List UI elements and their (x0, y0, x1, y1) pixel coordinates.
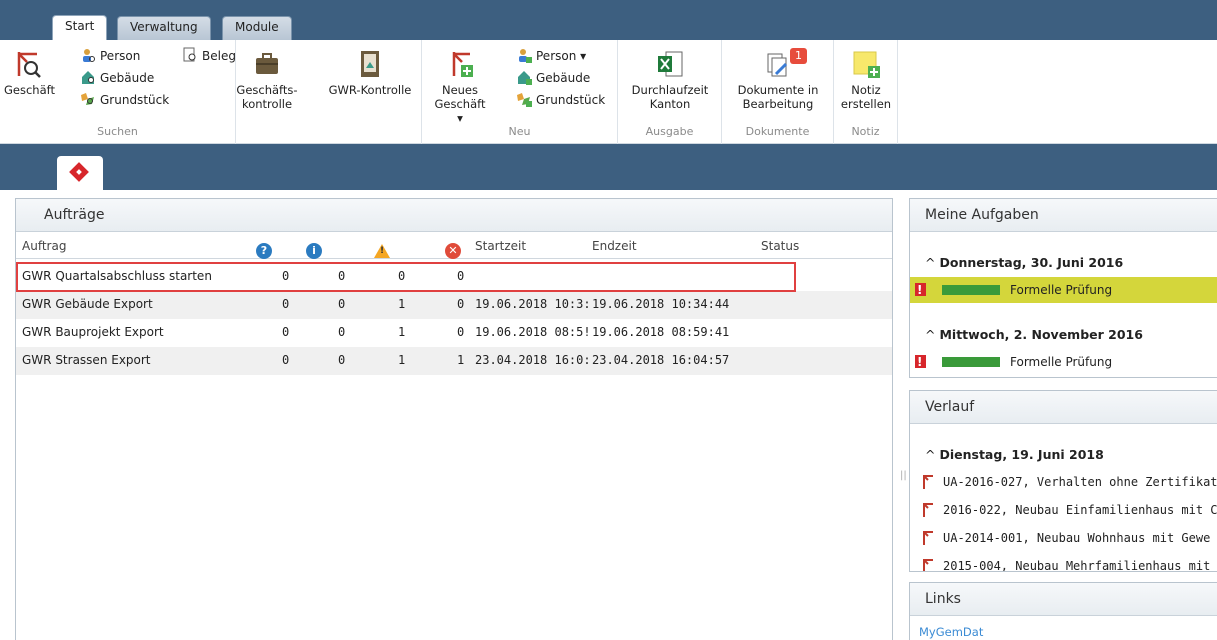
history-item[interactable]: UA-2014-001, Neubau Wohnhaus mit Gewe (910, 525, 1217, 551)
crane-icon (923, 475, 933, 489)
group-label-dokumente: Dokumente (745, 125, 810, 138)
dokumente-badge: 1 (790, 48, 807, 64)
grundstueck-search-button[interactable]: Grundstück (80, 90, 169, 110)
neues-gebaeude-button[interactable]: Gebäude (516, 68, 590, 88)
crane-icon (923, 559, 933, 571)
notiz-erstellen-button[interactable]: Notiz erstellen (836, 48, 896, 111)
dokumente-in-bearbeitung-button[interactable]: 1 Dokumente in Bearbeitung (728, 48, 828, 111)
auftraege-panel: Aufträge Auftrag ? i ✕ Startzeit Endzeit… (15, 198, 893, 640)
meine-aufgaben-panel: Meine Aufgaben ^ Donnerstag, 30. Juni 201… (909, 198, 1217, 378)
home-logo-icon (69, 162, 89, 182)
chevron-up-icon: ^ (925, 255, 936, 270)
panel-splitter-handle[interactable]: || (900, 470, 907, 481)
crane-icon (923, 503, 933, 517)
briefcase-icon (256, 53, 278, 74)
priority-flag-icon (915, 349, 926, 375)
auftraege-table-header: Auftrag ? i ✕ Startzeit Endzeit Status (16, 233, 892, 259)
col-startzeit: Startzeit (475, 239, 527, 253)
gwr-kontrolle-label: GWR-Kontrolle (328, 83, 412, 97)
ribbon-group-suchen: Geschäft Person Gebäude Grundstück Beleg… (0, 40, 236, 144)
crane-search-icon (17, 52, 41, 78)
durchlaufzeit-label-2: Kanton (649, 97, 691, 111)
neues-geschaeft-label-1: Neues (441, 83, 479, 97)
progress-bar (942, 285, 1000, 295)
task-item[interactable]: Formelle Prüfung (910, 349, 1217, 375)
neues-grundstueck-button[interactable]: Grundstück (516, 90, 605, 110)
neues-geschaeft-button[interactable]: Neues Geschäft ▾ (432, 48, 488, 125)
verlauf-day[interactable]: ^ Dienstag, 19. Juni 2018 (925, 447, 1104, 462)
meine-aufgaben-title: Meine Aufgaben (910, 199, 1217, 232)
durchlaufzeit-kanton-button[interactable]: Durchlaufzeit Kanton (622, 48, 718, 111)
verlauf-panel: Verlauf ^ Dienstag, 19. Juni 2018 UA-2016… (909, 390, 1217, 572)
parcel-add-icon (517, 93, 532, 107)
history-item[interactable]: 2016-022, Neubau Einfamilienhaus mit Car (910, 497, 1217, 523)
note-add-icon (853, 51, 880, 78)
crane-add-icon (452, 52, 473, 77)
col-endzeit: Endzeit (592, 239, 637, 253)
dokumente-label-1: Dokumente in (737, 83, 819, 97)
col-auftrag: Auftrag (22, 239, 67, 253)
group-label-ausgabe: Ausgabe (645, 125, 694, 138)
history-item[interactable]: UA-2016-027, Verhalten ohne Zertifikat (910, 469, 1217, 495)
notiz-label-2: erstellen (840, 97, 892, 111)
tab-module[interactable]: Module (222, 16, 292, 40)
auftraege-title: Aufträge (16, 199, 892, 232)
gebaeude-search-button[interactable]: Gebäude (80, 68, 154, 88)
neues-geschaeft-label-2: Geschäft ▾ (434, 97, 486, 125)
aufgaben-day-2[interactable]: ^ Mittwoch, 2. November 2016 (925, 327, 1143, 342)
parcel-search-icon (81, 93, 94, 105)
chevron-up-icon: ^ (925, 327, 936, 342)
table-row[interactable]: GWR Bauprojekt Export 0 0 1 0 19.06.2018… (16, 319, 892, 347)
link-mygemdat[interactable]: MyGemDat (919, 625, 983, 639)
ribbon-group-neu: Neues Geschäft ▾ Person ▾ Gebäude Grunds… (422, 40, 618, 144)
history-item[interactable]: 2015-004, Neubau Mehrfamilienhaus mit U (910, 553, 1217, 571)
person-add-icon (519, 49, 532, 63)
geschaeftskontrolle-label-1: Geschäfts- (236, 83, 298, 97)
gwr-kontrolle-button[interactable]: GWR-Kontrolle (324, 48, 416, 97)
chevron-up-icon: ^ (925, 447, 936, 462)
table-row[interactable]: GWR Quartalsabschluss starten 0 0 0 0 (16, 263, 892, 291)
geschaeftskontrolle-label-2: kontrolle (241, 97, 293, 111)
group-label-notiz: Notiz (851, 125, 880, 138)
aufgaben-day-1[interactable]: ^ Donnerstag, 30. Juni 2016 (925, 255, 1123, 270)
crane-icon (923, 531, 933, 545)
table-row[interactable]: GWR Strassen Export 0 0 1 1 23.04.2018 1… (16, 347, 892, 375)
tab-verwaltung[interactable]: Verwaltung (117, 16, 211, 40)
links-panel: Links MyGemDat (909, 582, 1217, 640)
neue-person-button[interactable]: Person ▾ (516, 46, 586, 66)
progress-bar (942, 357, 1000, 367)
building-search-icon (82, 71, 94, 84)
gwr-book-icon (361, 51, 379, 77)
priority-flag-icon (915, 277, 926, 303)
ribbon: Geschäft Person Gebäude Grundstück Beleg… (0, 40, 1217, 144)
geschaeftskontrolle-button[interactable]: Geschäfts- kontrolle (236, 48, 298, 111)
beleg-search-button[interactable]: Beleg (182, 46, 236, 66)
workspace-tab-strip (0, 144, 1217, 190)
group-label-neu: Neu (508, 125, 531, 138)
main-tab-bar: Start Verwaltung Module (0, 0, 1217, 41)
geschaeft-search-button[interactable]: Geschäft (4, 48, 55, 97)
person-search-button[interactable]: Person (80, 46, 140, 66)
durchlaufzeit-label-1: Durchlaufzeit (631, 83, 709, 97)
notiz-label-1: Notiz (851, 83, 881, 97)
group-label-suchen: Suchen (97, 125, 138, 138)
col-status: Status (761, 239, 800, 253)
building-add-icon (518, 71, 532, 85)
person-search-icon (83, 49, 95, 62)
table-row[interactable]: GWR Gebäude Export 0 0 1 0 19.06.2018 10… (16, 291, 892, 319)
task-item[interactable]: Formelle Prüfung (910, 277, 1217, 303)
tab-start[interactable]: Start (52, 15, 108, 41)
home-tab[interactable] (57, 156, 103, 190)
links-title: Links (910, 583, 1217, 616)
ribbon-group-dokumente: 1 Dokumente in Bearbeitung Dokumente (722, 40, 834, 144)
document-search-icon (183, 47, 196, 62)
verlauf-title: Verlauf (910, 391, 1217, 424)
excel-icon (658, 51, 683, 77)
geschaeft-label: Geschäft (4, 83, 55, 97)
ribbon-group-ausgabe: Durchlaufzeit Kanton Ausgabe (618, 40, 722, 144)
dokumente-label-2: Bearbeitung (742, 97, 814, 111)
ribbon-group-notiz: Notiz erstellen Notiz (834, 40, 898, 144)
